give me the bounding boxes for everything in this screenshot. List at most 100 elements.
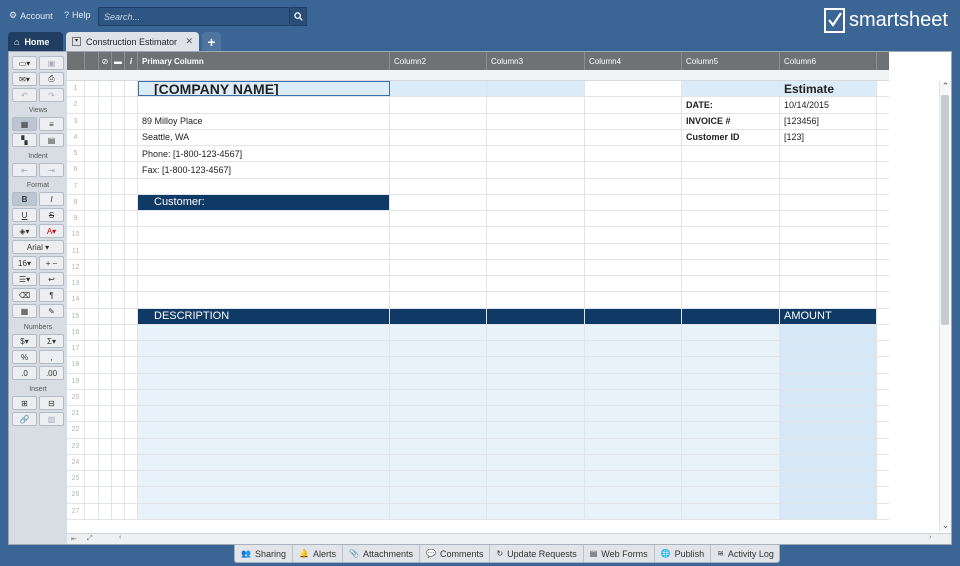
fill-color-icon[interactable]: ◈▾ (12, 224, 37, 238)
cell[interactable] (585, 487, 682, 503)
cell[interactable] (487, 487, 585, 503)
column-header-primary[interactable]: Primary Column (138, 52, 390, 70)
cell[interactable] (487, 373, 585, 389)
close-icon[interactable]: ✕ (185, 36, 193, 47)
row-indicator-cell[interactable] (125, 276, 138, 292)
row-indicator-cell[interactable] (85, 422, 99, 438)
scroll-thumb[interactable] (941, 95, 949, 325)
bold-icon[interactable]: B (12, 192, 37, 206)
search-input[interactable] (98, 7, 290, 26)
cell[interactable] (682, 292, 780, 308)
cell[interactable] (585, 454, 682, 470)
row-indicator-cell[interactable] (85, 211, 99, 227)
row-indicator-cell[interactable] (99, 357, 112, 373)
cell[interactable] (390, 259, 487, 275)
cell[interactable] (138, 487, 390, 503)
text-color-icon[interactable]: A▾ (39, 224, 64, 238)
publish-button[interactable]: 🌐 Publish (655, 545, 712, 562)
cell[interactable] (682, 211, 780, 227)
cell[interactable] (487, 162, 585, 178)
cell[interactable] (487, 422, 585, 438)
address-line2-cell[interactable]: Seattle, WA (138, 129, 390, 145)
cell[interactable] (390, 308, 487, 324)
cell[interactable] (487, 178, 585, 194)
insert-image-icon[interactable]: ▨ (39, 412, 64, 426)
cell[interactable] (585, 471, 682, 487)
column-header-6[interactable]: Column6 (780, 52, 877, 70)
cell[interactable] (585, 406, 682, 422)
cell[interactable] (138, 97, 390, 113)
cell[interactable] (780, 487, 877, 503)
row-indicator-cell[interactable] (99, 146, 112, 162)
table-row[interactable]: 19 (67, 373, 889, 390)
cell[interactable] (682, 308, 780, 324)
underline-icon[interactable]: U (12, 208, 37, 222)
table-row[interactable]: 21 (67, 406, 889, 423)
description-header-cell[interactable]: DESCRIPTION (138, 308, 390, 324)
cell[interactable] (682, 81, 780, 97)
row-indicator-cell[interactable] (112, 129, 125, 145)
row-indicator-cell[interactable] (125, 503, 138, 519)
row-indicator-cell[interactable] (112, 357, 125, 373)
cell[interactable] (682, 227, 780, 243)
clear-format-icon[interactable]: ⌫ (12, 288, 37, 302)
row-indicator-cell[interactable] (125, 194, 138, 210)
table-row[interactable]: 27 (67, 503, 889, 520)
row-indicator-cell[interactable] (99, 503, 112, 519)
font-size-stepper[interactable]: + − (39, 256, 64, 270)
row-indicator-cell[interactable] (112, 97, 125, 113)
table-row[interactable]: 25 (67, 471, 889, 488)
cell[interactable] (585, 97, 682, 113)
cell[interactable] (138, 406, 390, 422)
cell[interactable] (487, 324, 585, 340)
cell[interactable] (390, 129, 487, 145)
table-row[interactable]: 6 Fax: [1-800-123-4567] (67, 162, 889, 179)
row-indicator-cell[interactable] (112, 211, 125, 227)
row-indicator-cell[interactable] (85, 276, 99, 292)
row-indicator-cell[interactable] (85, 503, 99, 519)
cell[interactable] (390, 292, 487, 308)
table-row[interactable]: 5 Phone: [1-800-123-4567] (67, 146, 889, 163)
cell[interactable] (585, 389, 682, 405)
cell[interactable] (390, 146, 487, 162)
table-row[interactable]: 8 Customer: (67, 194, 889, 211)
cell[interactable] (682, 503, 780, 519)
row-indicator-cell[interactable] (85, 243, 99, 259)
row-indicator-cell[interactable] (85, 471, 99, 487)
row-indicator-cell[interactable] (99, 324, 112, 340)
cell[interactable] (780, 357, 877, 373)
cell[interactable] (138, 503, 390, 519)
cell[interactable] (390, 422, 487, 438)
cell[interactable] (487, 97, 585, 113)
add-tab-button[interactable]: + (202, 32, 221, 51)
cell[interactable] (390, 373, 487, 389)
row-indicator-cell[interactable] (112, 146, 125, 162)
row-indicator-cell[interactable] (112, 454, 125, 470)
outdent-icon[interactable]: ⇤ (12, 163, 37, 177)
row-indicator-cell[interactable] (85, 438, 99, 454)
row-indicator-cell[interactable] (112, 471, 125, 487)
row-indicator-cell[interactable] (125, 129, 138, 145)
cell[interactable] (390, 406, 487, 422)
sum-icon[interactable]: Σ▾ (39, 334, 64, 348)
cell[interactable] (780, 406, 877, 422)
help-menu[interactable]: ? Help (64, 10, 91, 20)
row-indicator-cell[interactable] (99, 211, 112, 227)
cell[interactable] (585, 276, 682, 292)
row-indicator-cell[interactable] (99, 438, 112, 454)
customer-id-value-cell[interactable]: [123] (780, 129, 877, 145)
row-indicator-cell[interactable] (99, 487, 112, 503)
cell[interactable] (780, 146, 877, 162)
calendar-view-icon[interactable]: ▤ (39, 133, 64, 147)
cell[interactable] (682, 422, 780, 438)
cell[interactable] (138, 454, 390, 470)
cell[interactable] (585, 324, 682, 340)
row-indicator-cell[interactable] (125, 389, 138, 405)
invoice-value-cell[interactable]: [123456] (780, 113, 877, 129)
cell[interactable] (682, 162, 780, 178)
row-indicator-cell[interactable] (99, 454, 112, 470)
cell[interactable] (585, 341, 682, 357)
new-icon[interactable]: ▭▾ (12, 56, 37, 70)
cell[interactable] (682, 276, 780, 292)
format-painter-icon[interactable]: ¶ (39, 288, 64, 302)
